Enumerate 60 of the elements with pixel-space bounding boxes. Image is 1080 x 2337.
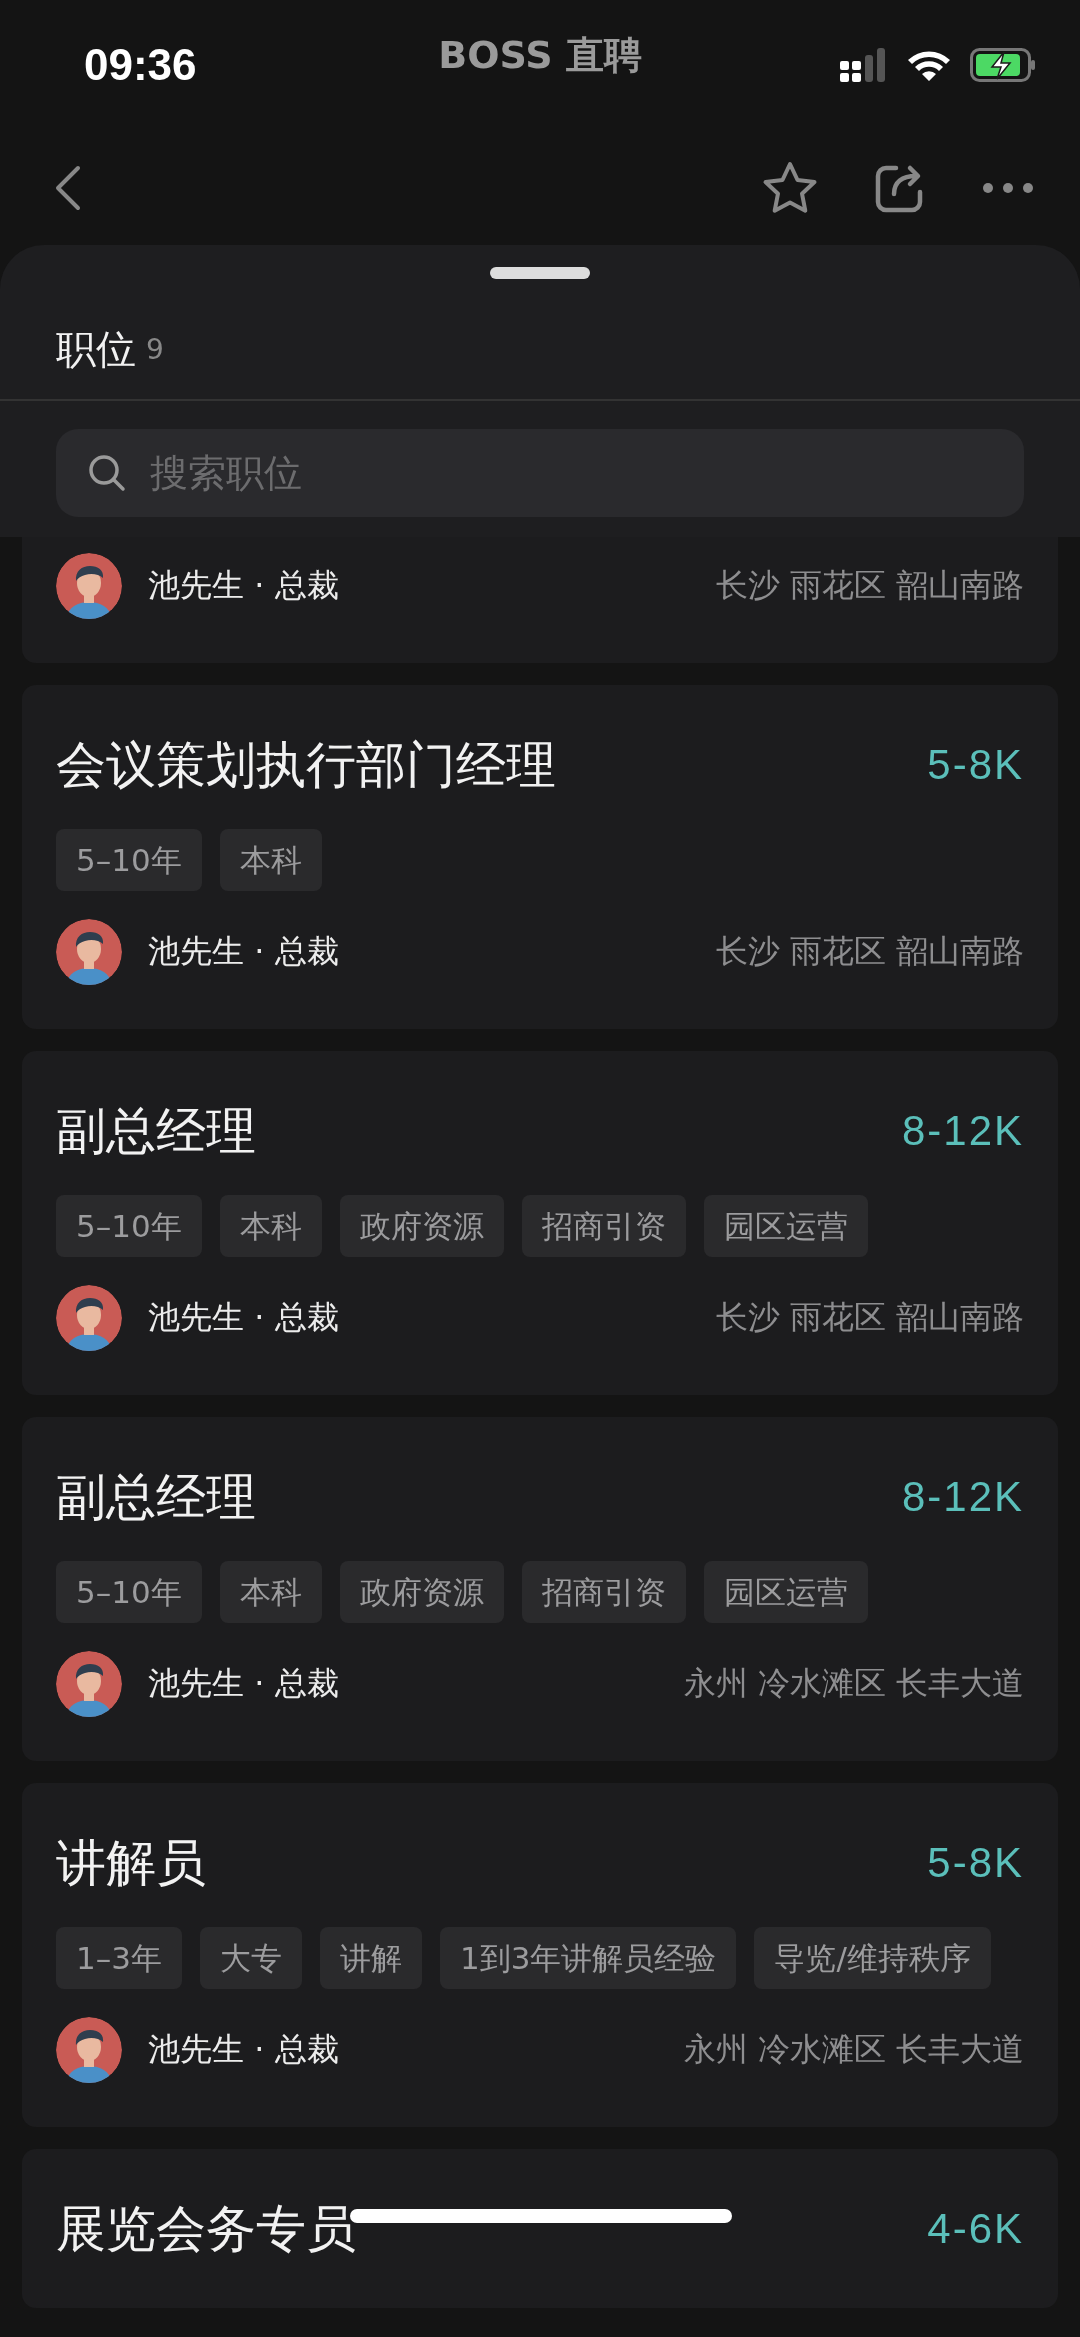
job-tag: 1到3年讲解员经验 <box>439 1927 737 1989</box>
job-tag: 政府资源 <box>339 1195 504 1257</box>
salary: 8-12K <box>901 1107 1024 1155</box>
job-title: 会议策划执行部门经理 <box>56 734 556 796</box>
job-location: 长沙 雨花区 韶山南路 <box>715 565 1024 606</box>
star-icon[interactable] <box>762 160 818 215</box>
job-location: 长沙 雨花区 韶山南路 <box>715 931 1024 972</box>
avatar <box>56 919 122 985</box>
salary: 8-12K <box>901 1473 1024 1521</box>
avatar <box>56 553 122 619</box>
job-location: 永州 冷水滩区 长丰大道 <box>683 2029 1024 2070</box>
job-tag: 讲解 <box>319 1927 422 1989</box>
recruiter-name: 池先生 · 总裁 <box>148 1297 340 1338</box>
status-time: 09:36 <box>84 40 197 90</box>
job-tag: 本科 <box>219 1561 322 1623</box>
avatar <box>56 1285 122 1351</box>
job-card[interactable]: 副总经理 8-12K 5–10年 本科 政府资源 招商引资 园区运营 池先生 · 总裁 长沙 雨花区 韶山南路 <box>22 1051 1058 1395</box>
job-tag: 5–10年 <box>56 1195 202 1257</box>
job-count: 9 <box>146 333 164 366</box>
recruiter-name: 池先生 · 总裁 <box>148 1663 340 1704</box>
recruiter-name: 池先生 · 总裁 <box>148 931 340 972</box>
job-location: 永州 冷水滩区 长丰大道 <box>683 1663 1024 1704</box>
job-tag: 5–10年 <box>56 829 202 891</box>
job-tag: 政府资源 <box>339 1561 504 1623</box>
job-tag: 本科 <box>219 829 322 891</box>
job-card[interactable]: 讲解员 5-8K 1–3年 大专 讲解 1到3年讲解员经验 导览/维持秩序 池先生 · 总裁 永州 冷水滩区 长丰大道 <box>22 1783 1058 2127</box>
job-location: 长沙 雨花区 韶山南路 <box>715 1297 1024 1338</box>
job-card[interactable]: 池先生 · 总裁 长沙 雨花区 韶山南路 <box>22 537 1058 663</box>
job-tag: 导览/维持秩序 <box>754 1927 991 1989</box>
job-title: 副总经理 <box>56 1100 256 1162</box>
job-title: 副总经理 <box>56 1466 256 1528</box>
more-icon[interactable] <box>982 181 1034 194</box>
job-card[interactable]: 副总经理 8-12K 5–10年 本科 政府资源 招商引资 园区运营 池先生 · 总裁 永州 冷水滩区 长丰大道 <box>22 1417 1058 1761</box>
job-tag: 招商引资 <box>521 1195 686 1257</box>
salary: 4-6K <box>927 2205 1024 2253</box>
job-tag: 园区运营 <box>703 1561 868 1623</box>
avatar <box>56 2017 122 2083</box>
job-tag: 大专 <box>199 1927 302 1989</box>
job-title: 展览会务专员 <box>56 2198 356 2260</box>
job-tag: 园区运营 <box>703 1195 868 1257</box>
app-label: BOSS 直聘 <box>438 32 642 79</box>
job-card[interactable]: 展览会务专员 4-6K <box>22 2149 1058 2308</box>
job-tag: 本科 <box>219 1195 322 1257</box>
search-icon <box>88 454 126 492</box>
recruiter-name: 池先生 · 总裁 <box>148 2029 340 2070</box>
wifi-icon <box>906 48 952 82</box>
avatar <box>56 1651 122 1717</box>
search-field[interactable]: 搜索职位 <box>56 429 1024 517</box>
job-tag: 1–3年 <box>56 1927 182 1989</box>
drag-handle[interactable] <box>490 267 590 279</box>
salary: 5-8K <box>927 1839 1024 1887</box>
signal-icon <box>840 48 888 82</box>
recruiter-name: 池先生 · 总裁 <box>148 565 340 606</box>
job-tag: 招商引资 <box>521 1561 686 1623</box>
job-title: 讲解员 <box>56 1832 206 1894</box>
job-tag: 5–10年 <box>56 1561 202 1623</box>
battery-icon <box>970 48 1036 82</box>
job-card[interactable]: 会议策划执行部门经理 5-8K 5–10年 本科 池先生 · 总裁 长沙 雨花区 韶山南路 <box>22 685 1058 1029</box>
salary: 5-8K <box>927 741 1024 789</box>
section-title: 职位 <box>56 324 136 374</box>
